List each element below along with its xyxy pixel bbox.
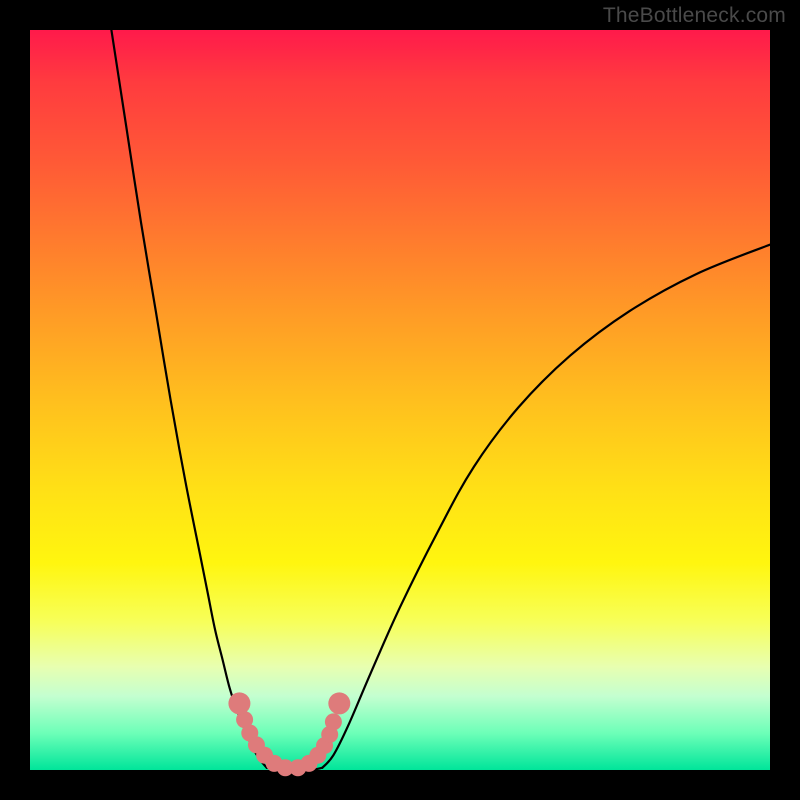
left-curve bbox=[111, 30, 266, 768]
marker-cap-left bbox=[228, 692, 250, 714]
chart-svg bbox=[30, 30, 770, 770]
marker-group bbox=[236, 711, 342, 776]
chart-frame: TheBottleneck.com bbox=[0, 0, 800, 800]
marker-dot bbox=[325, 713, 342, 730]
marker-caps-group bbox=[228, 692, 350, 714]
right-curve bbox=[322, 245, 770, 768]
marker-cap-right bbox=[328, 692, 350, 714]
watermark-text: TheBottleneck.com bbox=[603, 4, 786, 28]
plot-area bbox=[30, 30, 770, 770]
